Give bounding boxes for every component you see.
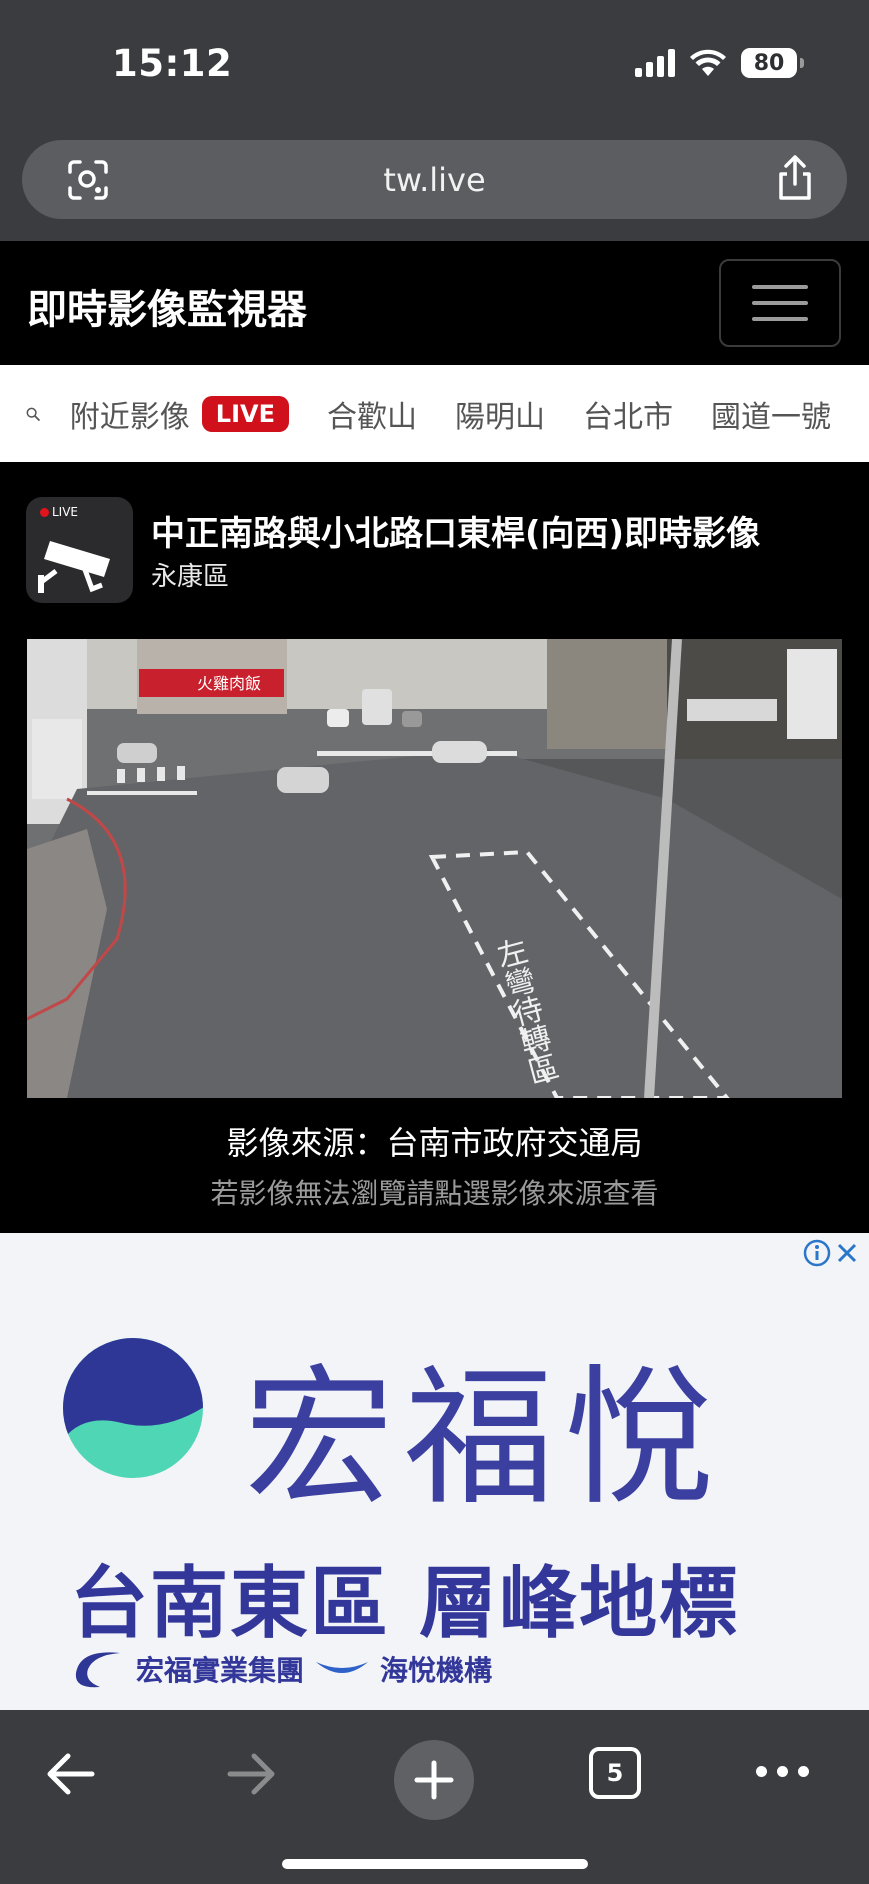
- video-source-hint: 若影像無法瀏覽請點選影像來源查看: [210, 1177, 659, 1210]
- video-source-link[interactable]: 影像來源：台南市政府交通局: [0, 1118, 869, 1164]
- advertisement-banner[interactable]: 宏福悅 台南東區 層峰地標 宏福實業集團 海悅機構: [0, 1233, 869, 1710]
- nav-item-freeway-1[interactable]: 國道一號: [711, 392, 831, 436]
- camera-live-label: LIVE: [52, 505, 79, 519]
- category-nav: 附近影像 LIVE 合歡山 陽明山 台北市 國道一號: [0, 365, 869, 462]
- ad-headline: 台南東區 層峰地標: [70, 1559, 740, 1649]
- home-indicator: [282, 1859, 588, 1869]
- hamburger-menu-button[interactable]: [719, 259, 841, 347]
- back-arrow-icon[interactable]: [42, 1746, 98, 1802]
- address-bar[interactable]: tw.live: [22, 140, 847, 219]
- status-icons: 80: [635, 48, 804, 78]
- live-camera-feed[interactable]: 火雞肉飯 左彎待轉區: [27, 639, 842, 1098]
- ad-brand-logo-icon: [63, 1338, 203, 1478]
- nav-item-yangmingshan[interactable]: 陽明山: [455, 392, 545, 436]
- page-scan-icon[interactable]: [66, 158, 110, 202]
- forward-arrow-icon[interactable]: [224, 1746, 280, 1802]
- menu-bar: [752, 285, 808, 289]
- wave-logo-icon: [316, 1662, 369, 1673]
- ad-footer: 宏福實業集團 海悅機構: [70, 1647, 492, 1691]
- status-time: 15:12: [112, 42, 233, 85]
- nav-item-hehuanshan[interactable]: 合歡山: [327, 392, 417, 436]
- search-icon[interactable]: [26, 398, 40, 430]
- swirl-logo-icon: [75, 1652, 120, 1688]
- ad-info-icon[interactable]: [803, 1239, 831, 1267]
- camera-feed-image: 火雞肉飯 左彎待轉區: [27, 639, 842, 1098]
- wifi-icon: [690, 49, 726, 76]
- ad-footer-company: 宏福實業集團: [136, 1654, 305, 1687]
- url-text[interactable]: tw.live: [383, 161, 485, 199]
- camera-district: 永康區: [151, 562, 230, 592]
- new-tab-button[interactable]: [394, 1740, 474, 1820]
- more-options-icon[interactable]: [756, 1766, 809, 1777]
- browser-chrome: 15:12 80 tw.live: [0, 0, 869, 241]
- plus-icon: [414, 1760, 454, 1800]
- camera-icon: LIVE: [26, 497, 133, 603]
- nav-item-taipei[interactable]: 台北市: [583, 392, 673, 436]
- menu-bar: [752, 301, 808, 305]
- menu-bar: [752, 317, 808, 321]
- site-header: 即時影像監視器: [0, 241, 869, 365]
- ad-footer-partner: 海悅機構: [380, 1654, 493, 1687]
- battery-level: 80: [753, 50, 785, 76]
- ad-close-icon[interactable]: [833, 1239, 861, 1267]
- camera-title: 中正南路與小北路口東桿(向西)即時影像: [151, 514, 761, 554]
- cellular-signal-icon: [635, 49, 675, 77]
- live-badge: LIVE: [201, 395, 289, 432]
- site-title[interactable]: 即時影像監視器: [27, 277, 307, 335]
- share-icon[interactable]: [773, 154, 817, 202]
- browser-toolbar: 5: [0, 1710, 869, 1884]
- shop-sign-text: 火雞肉飯: [197, 674, 261, 693]
- tab-switcher-button[interactable]: 5: [589, 1747, 641, 1799]
- battery-icon: 80: [741, 48, 804, 78]
- nav-item-nearby[interactable]: 附近影像 LIVE: [70, 392, 289, 436]
- camera-header: LIVE 中正南路與小北路口東桿(向西)即時影像 永康區: [0, 462, 869, 639]
- ad-brand-name: 宏福悅: [244, 1352, 725, 1526]
- camera-live-indicator: LIVE: [40, 505, 78, 519]
- nav-item-label: 附近影像: [69, 399, 190, 435]
